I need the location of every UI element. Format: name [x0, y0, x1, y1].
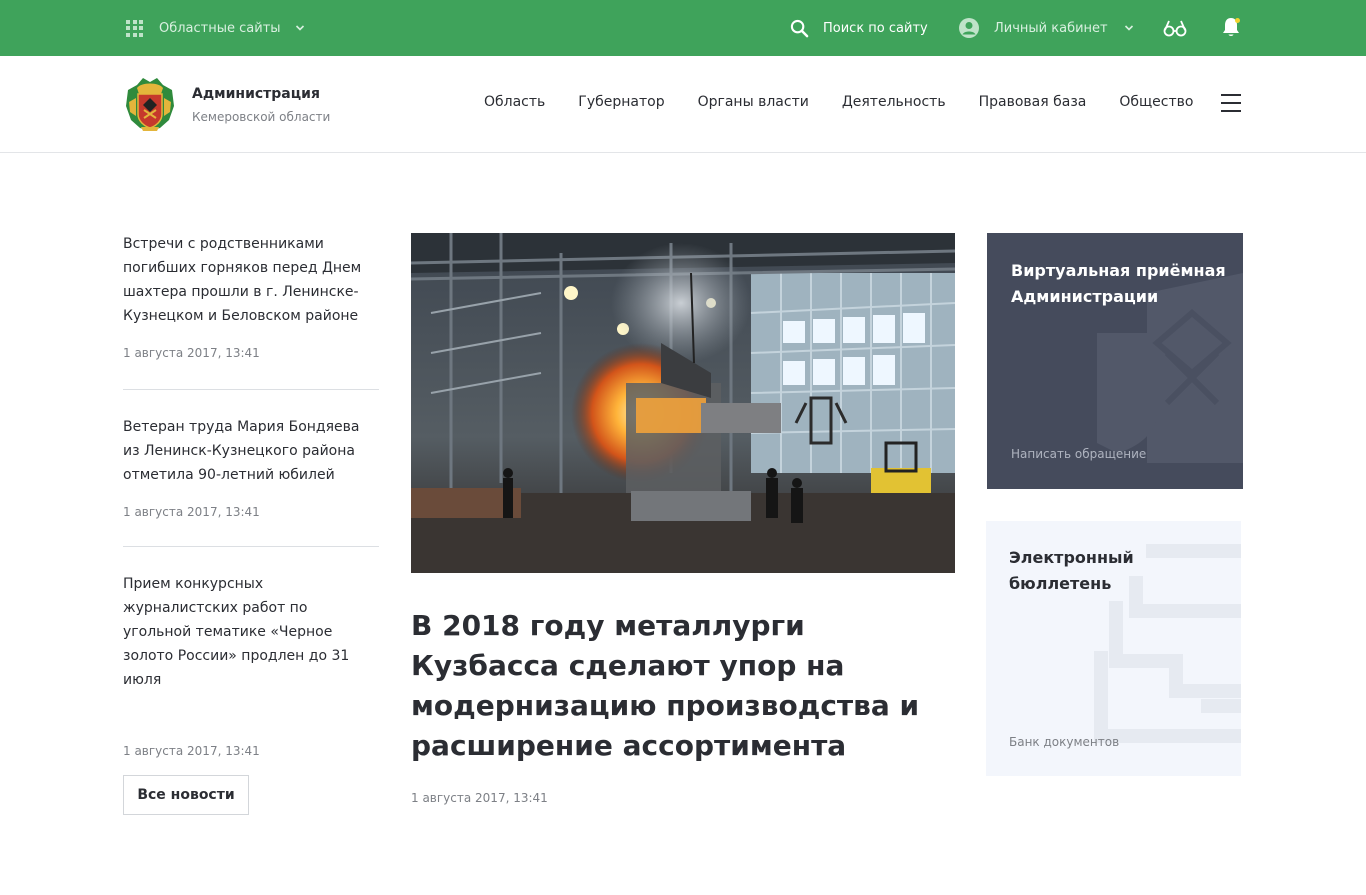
personal-account-label: Личный кабинет — [994, 20, 1108, 36]
news-item[interactable]: Встречи с родственниками погибших горняк… — [123, 232, 379, 390]
news-list: Встречи с родственниками погибших горняк… — [123, 232, 379, 758]
personal-account-dropdown[interactable]: Личный кабинет — [958, 16, 1134, 40]
main-article-title[interactable]: В 2018 году металлурги Кузбасса сделают … — [411, 606, 941, 766]
regional-sites-dropdown[interactable]: Областные сайты — [126, 17, 305, 39]
write-appeal-link[interactable]: Написать обращение — [1011, 447, 1146, 461]
chevron-down-icon — [1124, 25, 1133, 31]
news-date: 1 августа 2017, 13:41 — [123, 744, 260, 758]
top-bar: Областные сайты Поиск по сайту Личный ка… — [0, 0, 1366, 56]
notification-dot — [1235, 18, 1240, 23]
virtual-reception-card[interactable]: Виртуальная приёмная Администрации Напис… — [987, 233, 1243, 489]
news-date: 1 августа 2017, 13:41 — [123, 346, 260, 360]
site-search-label: Поиск по сайту — [823, 20, 928, 36]
news-title[interactable]: Встречи с родственниками погибших горняк… — [123, 232, 379, 328]
nav-item-region[interactable]: Область — [484, 94, 545, 110]
nav-item-activity[interactable]: Деятельность — [842, 94, 946, 110]
site-search-button[interactable]: Поиск по сайту — [790, 17, 928, 39]
grid-icon — [126, 19, 143, 37]
nav-item-legal-base[interactable]: Правовая база — [979, 94, 1087, 110]
accessibility-glasses-icon[interactable] — [1163, 18, 1187, 38]
nav-item-governor[interactable]: Губернатор — [578, 94, 664, 110]
notifications-button[interactable] — [1221, 16, 1243, 40]
brand-title[interactable]: Администрация — [192, 86, 320, 102]
main-article-date: 1 августа 2017, 13:41 — [411, 791, 548, 805]
brand-subtitle: Кемеровской области — [192, 110, 331, 124]
all-news-button[interactable]: Все новости — [123, 775, 249, 815]
news-title[interactable]: Ветеран труда Мария Бондяева из Ленинск-… — [123, 415, 379, 487]
news-title[interactable]: Прием конкурсных журналистских работ по … — [123, 572, 379, 692]
coat-of-arms-logo[interactable] — [123, 76, 177, 132]
news-item[interactable]: Прием конкурсных журналистских работ по … — [123, 547, 379, 758]
user-icon — [959, 18, 979, 38]
news-date: 1 августа 2017, 13:41 — [123, 505, 260, 519]
nav-item-society[interactable]: Общество — [1119, 94, 1193, 110]
hamburger-menu-icon[interactable] — [1221, 94, 1241, 114]
nav-item-authorities[interactable]: Органы власти — [698, 94, 809, 110]
electronic-bulletin-title: Электронный бюллетень — [1009, 548, 1134, 593]
virtual-reception-title: Виртуальная приёмная Администрации — [1011, 261, 1226, 306]
main-article-image[interactable] — [411, 233, 955, 573]
site-header: Администрация Кемеровской области Област… — [0, 56, 1366, 153]
news-item[interactable]: Ветеран труда Мария Бондяева из Ленинск-… — [123, 390, 379, 547]
document-bank-link[interactable]: Банк документов — [1009, 735, 1119, 749]
regional-sites-label: Областные сайты — [159, 20, 281, 36]
steel-plant-photo — [411, 233, 955, 573]
chevron-down-icon — [295, 25, 304, 31]
search-icon — [790, 19, 809, 37]
electronic-bulletin-card[interactable]: Электронный бюллетень Банк документов — [986, 521, 1241, 776]
main-navigation: Область Губернатор Органы власти Деятель… — [484, 94, 1193, 110]
